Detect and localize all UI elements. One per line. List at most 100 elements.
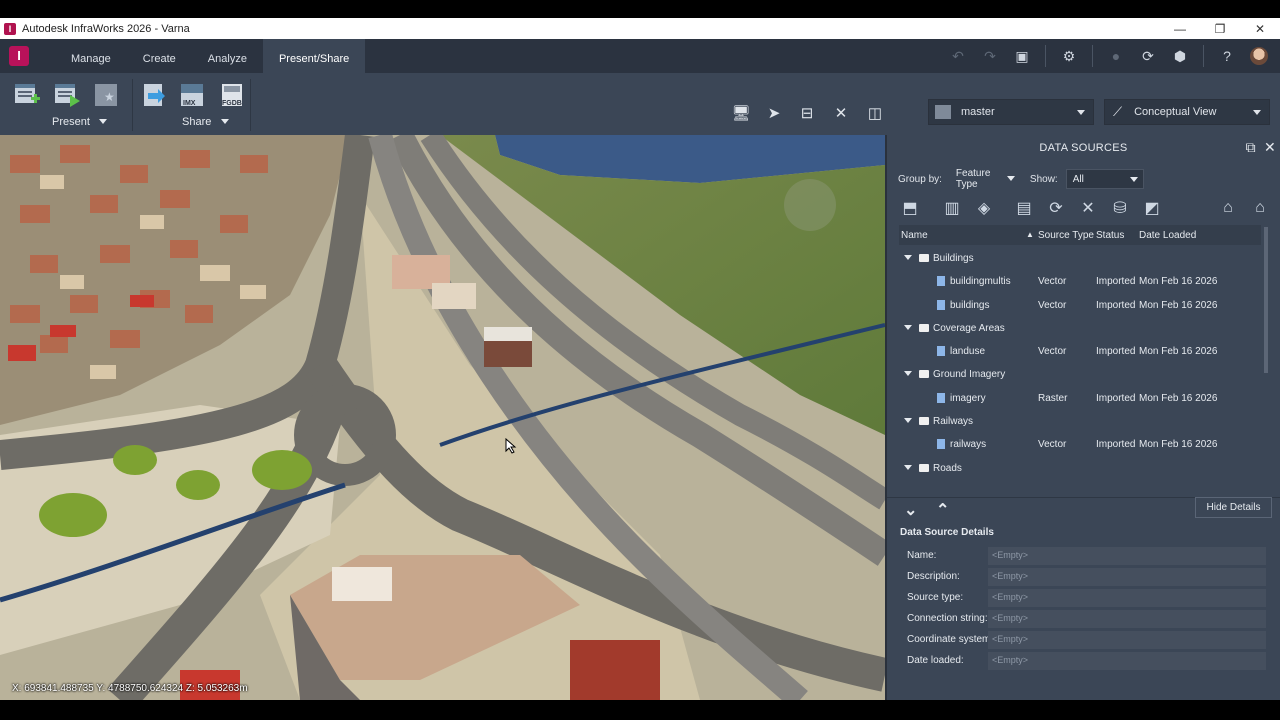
table-row[interactable]: buildings Vector Imported Mon Feb 16 202… (899, 294, 1261, 317)
select-arrow-icon[interactable]: ➤ (764, 104, 784, 122)
column-date-loaded[interactable]: Date Loaded (1139, 230, 1196, 241)
tab-present-share[interactable]: Present/Share (262, 39, 366, 73)
ribbon-separator (132, 79, 133, 131)
undo-icon[interactable]: ↶ (949, 47, 967, 65)
terrain-layer-icon[interactable]: ◩ (1141, 197, 1163, 219)
column-name[interactable]: Name (901, 230, 928, 241)
present-dropdown-icon[interactable] (99, 119, 107, 124)
data-file-icon (937, 276, 945, 287)
configure-icon[interactable]: ▤ (1013, 197, 1035, 219)
clip-icon[interactable]: ◫ (865, 104, 885, 122)
remove-icon[interactable]: ✕ (1077, 197, 1099, 219)
group-row-ground-imagery[interactable]: Ground Imagery (899, 363, 1261, 386)
cross-section-icon[interactable]: ✕ (831, 104, 851, 122)
branch-dropdown[interactable]: master (928, 99, 1094, 125)
tab-manage[interactable]: Manage (55, 39, 127, 73)
hide-details-button[interactable]: Hide Details (1195, 497, 1272, 518)
detail-row-description: Description: <Empty> (907, 568, 1267, 586)
cloud-globe-icon[interactable]: ● (1107, 47, 1125, 65)
toolbar-separator (1045, 45, 1046, 67)
column-source-type[interactable]: Source Type (1038, 230, 1094, 241)
source-type-cell: Vector (1038, 276, 1067, 288)
detail-date-loaded-field[interactable]: <Empty> (988, 652, 1266, 670)
workspace-icon[interactable]: ▣ (1013, 47, 1031, 65)
chevron-down-icon (1077, 110, 1085, 115)
folder-icon (919, 370, 929, 379)
connect-model-icon[interactable]: ◈ (973, 197, 995, 219)
detail-coordinate-system-field[interactable]: <Empty> (988, 631, 1266, 649)
close-window-button[interactable]: ✕ (1240, 22, 1280, 36)
model-cube-icon[interactable]: ⬢ (1171, 47, 1189, 65)
chevron-down-icon (1006, 176, 1015, 181)
table-row[interactable]: landuse Vector Imported Mon Feb 16 2026 (899, 340, 1261, 363)
tab-analyze[interactable]: Analyze (192, 39, 263, 73)
data-file-icon (937, 346, 945, 357)
detail-description-field[interactable]: <Empty> (988, 568, 1266, 586)
data-source-toolbar: ⬒ ▥ ◈ ▤ ⟳ ✕ ⛁ ◩ ⌂ ⌂ (899, 197, 1271, 219)
help-icon[interactable]: ? (1218, 47, 1236, 65)
settings-gear-icon[interactable]: ⚙ (1060, 47, 1078, 65)
table-row[interactable]: buildingmultis Vector Imported Mon Feb 1… (899, 270, 1261, 293)
show-dropdown[interactable]: All (1065, 169, 1144, 189)
sort-ascending-icon: ▲ (1026, 230, 1034, 239)
group-row-railways[interactable]: Railways (899, 410, 1261, 433)
create-storyboard-icon[interactable] (13, 81, 41, 109)
add-data-source-icon[interactable]: ⬒ (899, 197, 921, 219)
date-cell: Mon Feb 16 2026 (1139, 439, 1218, 451)
expand-triangle-icon[interactable] (904, 324, 912, 330)
building-import-icon[interactable]: ⌂ (1217, 197, 1239, 219)
detail-source-type-field[interactable]: <Empty> (988, 589, 1266, 607)
table-row[interactable]: railways Vector Imported Mon Feb 16 2026 (899, 433, 1261, 456)
publish-icon[interactable] (140, 81, 168, 109)
status-cell: Imported (1096, 276, 1136, 288)
group-by-value: Feature Type (955, 168, 991, 190)
user-avatar[interactable] (1250, 47, 1268, 65)
present-group-label: Present (52, 116, 90, 128)
expand-triangle-icon[interactable] (904, 464, 912, 470)
data-sources-panel: DATA SOURCES ⧉ ✕ Group by: Feature Type … (885, 135, 1280, 700)
fgdb-label: FGDB (222, 100, 242, 107)
refresh-icon[interactable]: ⟳ (1045, 197, 1067, 219)
group-by-row: Group by: Feature Type Show: All (898, 168, 1144, 190)
scenario-icon[interactable]: ★ (93, 81, 121, 109)
ribbon-tab-bar: I Manage Create Analyze Present/Share ↶ … (0, 39, 1280, 73)
visual-style-dropdown[interactable]: ⟋ Conceptual View (1104, 99, 1270, 125)
table-scrollbar[interactable] (1264, 227, 1268, 373)
collapse-all-icon[interactable]: ⌃ (936, 500, 949, 520)
measure-icon[interactable]: ⊟ (797, 104, 817, 122)
source-type-cell: Raster (1038, 392, 1068, 404)
data-file-icon (937, 299, 945, 310)
chevron-down-icon (1129, 177, 1138, 182)
display-screen-icon[interactable]: 🖥 (731, 104, 751, 122)
database-icon[interactable]: ▥ (941, 197, 963, 219)
group-row-buildings[interactable]: Buildings (899, 247, 1261, 270)
redo-icon[interactable]: ↷ (981, 47, 999, 65)
tab-create[interactable]: Create (127, 39, 192, 73)
cylinder-db-icon[interactable]: ⛁ (1109, 197, 1131, 219)
column-status[interactable]: Status (1096, 230, 1124, 241)
detail-connection-string-field[interactable]: <Empty> (988, 610, 1266, 628)
expand-triangle-icon[interactable] (904, 418, 912, 424)
restore-panel-icon[interactable]: ⧉ (1246, 139, 1256, 156)
share-group-label: Share (182, 116, 212, 128)
group-row-roads[interactable]: Roads (899, 457, 1261, 480)
sync-icon[interactable]: ⟳ (1139, 47, 1157, 65)
panel-header: DATA SOURCES ⧉ ✕ (887, 135, 1280, 161)
3d-viewport[interactable]: X: 693841.488735 Y: 4788750.624324 Z: 5.… (0, 135, 885, 700)
close-panel-icon[interactable]: ✕ (1264, 139, 1276, 156)
expand-triangle-icon[interactable] (904, 255, 912, 260)
coordinates-readout: X: 693841.488735 Y: 4788750.624324 Z: 5.… (12, 683, 248, 694)
group-by-dropdown[interactable]: Feature Type (950, 168, 1020, 190)
table-row[interactable]: imagery Raster Imported Mon Feb 16 2026 (899, 387, 1261, 410)
maximize-button[interactable]: ❐ (1200, 22, 1240, 36)
play-storyboard-icon[interactable] (53, 81, 81, 109)
group-row-coverage-areas[interactable]: Coverage Areas (899, 317, 1261, 340)
data-file-icon (937, 439, 945, 450)
expand-triangle-icon[interactable] (904, 371, 912, 377)
detail-name-field[interactable]: <Empty> (988, 547, 1266, 565)
minimize-button[interactable]: — (1160, 22, 1200, 36)
expand-all-icon[interactable]: ⌄ (904, 500, 917, 520)
infraworks-logo[interactable]: I (9, 46, 29, 66)
share-dropdown-icon[interactable] (221, 119, 229, 124)
building-edit-icon[interactable]: ⌂ (1249, 197, 1271, 219)
